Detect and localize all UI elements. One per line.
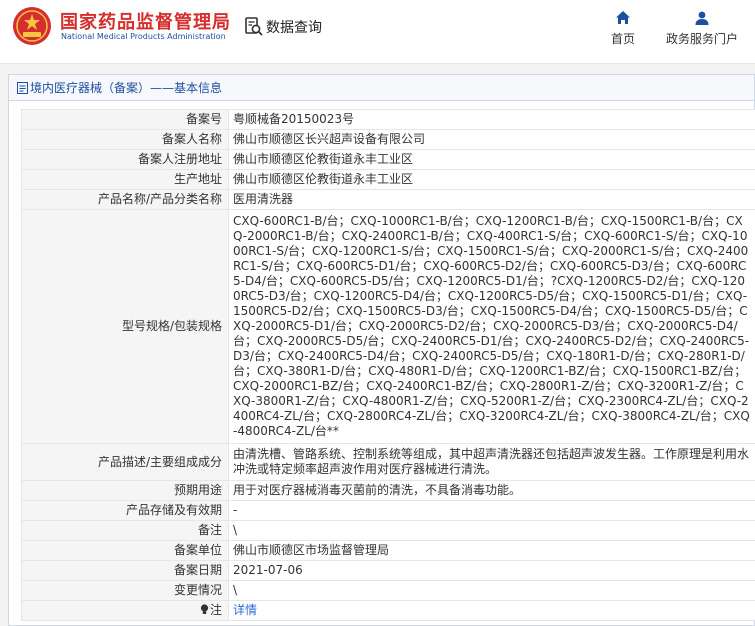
note-label-cell: 注 <box>21 600 229 621</box>
field-label: 产品名称/产品分类名称 <box>21 189 229 210</box>
note-label: 注 <box>209 603 222 617</box>
table-row: 变更情况 \ <box>21 580 755 601</box>
field-value: 由清洗槽、管路系统、控制系统等组成，其中超声清洗器还包括超声波发生器。工作原理是… <box>228 443 755 481</box>
table-row: 产品名称/产品分类名称 医用清洗器 <box>21 189 755 210</box>
nav-home[interactable]: 首页 <box>600 10 646 50</box>
field-label: 备案日期 <box>21 560 229 581</box>
field-value: 佛山市顺德区伦教街道永丰工业区 <box>228 149 755 170</box>
field-label: 预期用途 <box>21 480 229 501</box>
field-value: 粤顺械备20150023号 <box>228 109 755 130</box>
agency-name-cn: 国家药品监督管理局 <box>60 12 231 33</box>
field-label: 备案人名称 <box>21 129 229 150</box>
field-label: 备案号 <box>21 109 229 130</box>
note-value-cell: 详情 <box>228 600 755 621</box>
site-header: 国家药品监督管理局 National Medical Products Admi… <box>0 0 755 64</box>
user-icon <box>695 11 709 25</box>
lightbulb-icon <box>200 604 209 614</box>
field-value: \ <box>228 520 755 541</box>
record-table: 备案号 粤顺械备20150023号 备案人名称 佛山市顺德区长兴超声设备有限公司… <box>21 109 755 621</box>
table-row: 产品描述/主要组成成分 由清洗槽、管路系统、控制系统等组成，其中超声清洗器还包括… <box>21 443 755 481</box>
panel-title: 境内医疗器械（备案）——基本信息 <box>30 81 223 95</box>
field-label: 备案人注册地址 <box>21 149 229 170</box>
nav-service-portal[interactable]: 政务服务门户 <box>656 10 748 50</box>
field-label: 备注 <box>21 520 229 541</box>
details-link[interactable]: 详情 <box>233 603 257 617</box>
table-row: 型号规格/包装规格 CXQ-600RC1-B/台；CXQ-1000RC1-B/台… <box>21 209 755 444</box>
national-emblem-icon <box>13 7 51 45</box>
table-row: 生产地址 佛山市顺德区伦教街道永丰工业区 <box>21 169 755 190</box>
field-value: 2021-07-06 <box>228 560 755 581</box>
field-value: \ <box>228 580 755 601</box>
info-panel: 境内医疗器械（备案）——基本信息 备案号 粤顺械备20150023号 备案人名称… <box>8 74 755 626</box>
table-row: 备案号 粤顺械备20150023号 <box>21 109 755 130</box>
table-row: 备案人注册地址 佛山市顺德区伦教街道永丰工业区 <box>21 149 755 170</box>
data-query-label[interactable]: 数据查询 <box>266 17 322 37</box>
table-row: 备案单位 佛山市顺德区市场监督管理局 <box>21 540 755 561</box>
panel-title-bar: 境内医疗器械（备案）——基本信息 <box>9 75 754 101</box>
field-label: 生产地址 <box>21 169 229 190</box>
field-label: 型号规格/包装规格 <box>21 209 229 444</box>
table-row: 产品存储及有效期 - <box>21 500 755 521</box>
table-row: 备注 \ <box>21 520 755 541</box>
field-label: 变更情况 <box>21 580 229 601</box>
table-row: 预期用途 用于对医疗器械消毒灭菌前的清洗，不具备消毒功能。 <box>21 480 755 501</box>
table-row: 备案日期 2021-07-06 <box>21 560 755 581</box>
nav-home-label: 首页 <box>610 32 635 46</box>
field-value: - <box>228 500 755 521</box>
field-value: 用于对医疗器械消毒灭菌前的清洗，不具备消毒功能。 <box>228 480 755 501</box>
agency-name-en: National Medical Products Administration <box>61 32 226 41</box>
field-label: 产品描述/主要组成成分 <box>21 443 229 481</box>
field-value: 佛山市顺德区市场监督管理局 <box>228 540 755 561</box>
table-row: 备案人名称 佛山市顺德区长兴超声设备有限公司 <box>21 129 755 150</box>
field-label: 产品存储及有效期 <box>21 500 229 521</box>
table-row: 注 详情 <box>21 600 755 621</box>
document-icon <box>17 81 28 94</box>
field-value: 医用清洗器 <box>228 189 755 210</box>
field-value: CXQ-600RC1-B/台；CXQ-1000RC1-B/台；CXQ-1200R… <box>228 209 755 444</box>
nav-service-label: 政务服务门户 <box>665 32 738 46</box>
field-label: 备案单位 <box>21 540 229 561</box>
document-search-icon <box>245 17 263 36</box>
home-icon <box>616 11 630 24</box>
field-value: 佛山市顺德区长兴超声设备有限公司 <box>228 129 755 150</box>
field-value: 佛山市顺德区伦教街道永丰工业区 <box>228 169 755 190</box>
